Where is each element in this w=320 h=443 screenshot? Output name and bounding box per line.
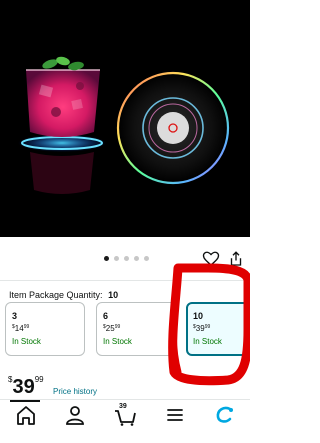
option-card-6[interactable]: 6 $2599 In Stock (96, 302, 176, 356)
option-price: $2599 (103, 324, 121, 333)
option-stock: In Stock (12, 337, 41, 346)
option-price: $1499 (12, 324, 30, 333)
account-icon[interactable] (62, 404, 88, 426)
cart-count: 39 (119, 403, 127, 410)
carousel-dot[interactable] (104, 256, 109, 261)
quantity-value: 10 (108, 290, 119, 300)
menu-icon[interactable] (162, 404, 188, 426)
carousel-dot[interactable] (124, 256, 129, 261)
current-price: $3999 (8, 375, 44, 398)
active-tab-indicator (10, 400, 40, 402)
carousel-dot[interactable] (144, 256, 149, 261)
option-stock: In Stock (193, 337, 222, 346)
home-icon[interactable] (13, 404, 39, 426)
option-stock: In Stock (103, 337, 132, 346)
bottom-navigation: 39 (0, 399, 250, 443)
quantity-options: 3 $1499 In Stock 6 $2599 In Stock 10 $39… (0, 302, 250, 358)
gallery-controls (0, 248, 250, 270)
quantity-label: Item Package Quantity: (9, 290, 103, 300)
section-divider (0, 280, 250, 281)
cart-icon[interactable]: 39 (112, 403, 138, 426)
option-qty: 6 (103, 311, 109, 321)
option-price: $3999 (193, 324, 211, 333)
option-card-10[interactable]: 10 $3999 In Stock (186, 302, 250, 356)
option-card-3[interactable]: 3 $1499 In Stock (5, 302, 85, 356)
price-history-link[interactable]: Price history (53, 387, 97, 396)
item-package-quantity: Item Package Quantity: 10 (9, 290, 118, 300)
heart-icon[interactable] (202, 250, 220, 268)
share-icon[interactable] (227, 250, 245, 268)
option-qty: 10 (193, 311, 204, 321)
carousel-dots[interactable] (104, 256, 149, 261)
rufus-icon[interactable] (212, 404, 238, 426)
product-image[interactable] (0, 0, 250, 237)
carousel-dot[interactable] (114, 256, 119, 261)
option-qty: 3 (12, 311, 18, 321)
carousel-dot[interactable] (134, 256, 139, 261)
